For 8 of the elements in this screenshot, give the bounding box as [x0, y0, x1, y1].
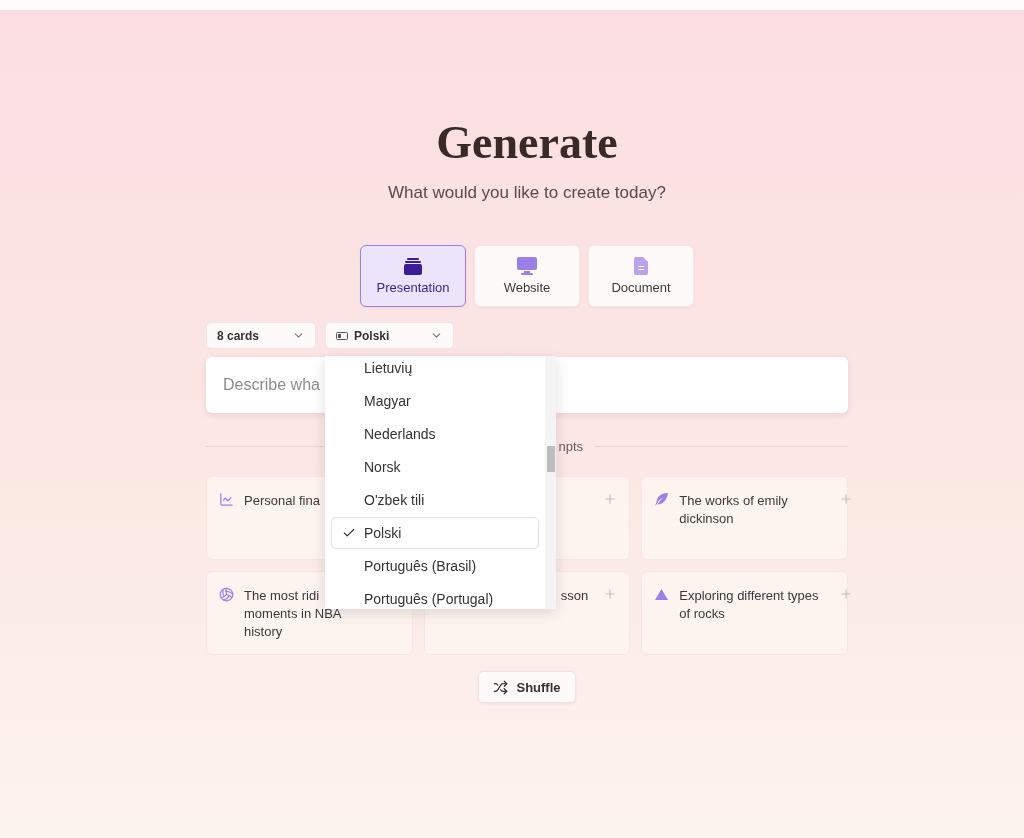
page-title: Generate [436, 116, 618, 169]
prompt-text: Personal fina [244, 492, 320, 510]
prompt-text: Exploring different types of rocks [679, 587, 820, 623]
page-subtitle: What would you like to create today? [388, 183, 666, 203]
prompt-text: sson [560, 587, 589, 605]
prompt-text: The works of emily dickinson [679, 492, 789, 528]
divider-label: npts [557, 439, 584, 454]
prompt-text: The most ridi moments in NBA history [244, 587, 342, 641]
